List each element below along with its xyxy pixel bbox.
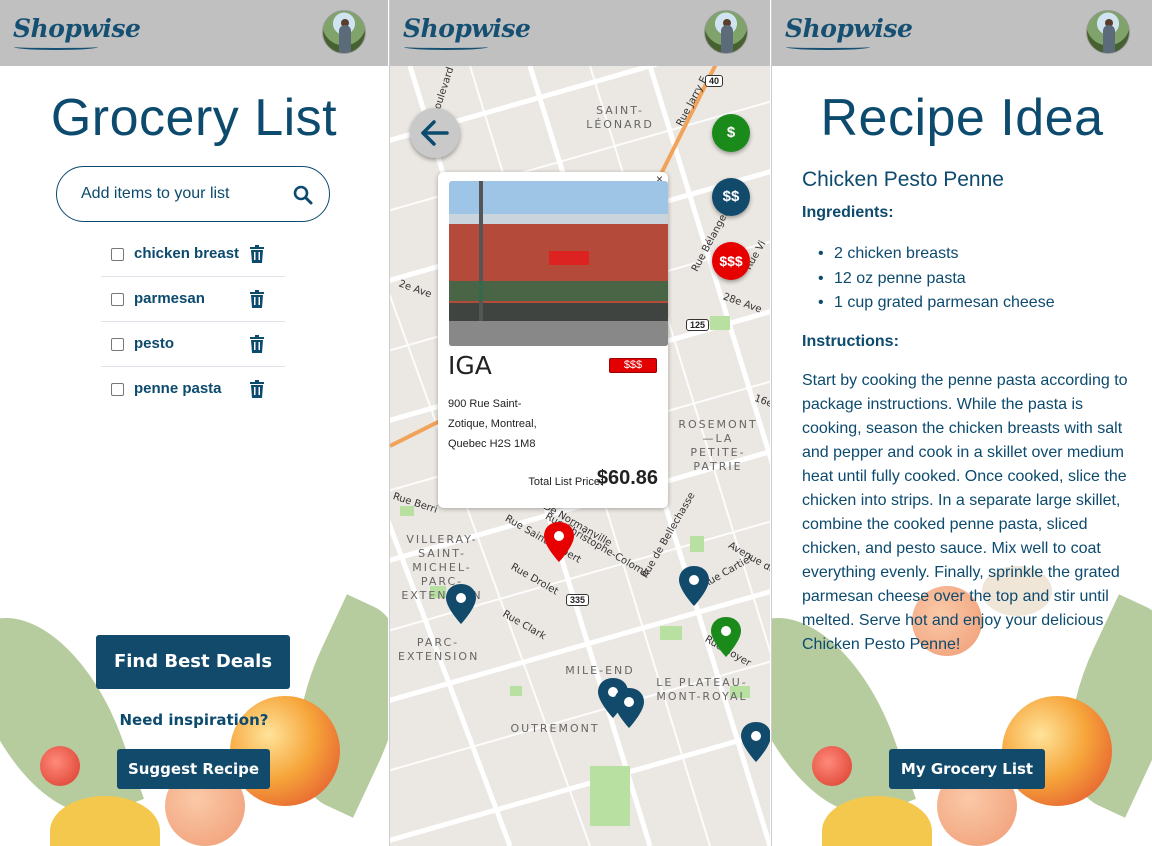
map-area-label: MILE-END bbox=[565, 664, 635, 677]
highway-shield: 335 bbox=[566, 594, 590, 606]
avatar[interactable] bbox=[1086, 10, 1130, 54]
trash-icon[interactable] bbox=[249, 335, 265, 353]
map-area-label: OUTREMONT bbox=[510, 722, 600, 735]
need-inspiration-text: Need inspiration? bbox=[119, 711, 269, 729]
highway-shield: 125 bbox=[686, 319, 710, 331]
page-title: Grocery List bbox=[50, 89, 338, 147]
arrow-left-icon bbox=[421, 120, 449, 146]
store-pin[interactable] bbox=[741, 722, 770, 762]
ingredients-heading: Ingredients: bbox=[802, 204, 894, 221]
map-area-label: LE PLATEAU-MONT-ROYAL bbox=[656, 676, 748, 703]
map-area-label: ROSEMONT—LA PETITE-PATRIE bbox=[678, 418, 758, 473]
map-area-label: VILLERAY-SAINT-MICHEL-PARC-EXTENSION bbox=[401, 533, 483, 602]
store-pin[interactable] bbox=[614, 688, 644, 728]
store-pin-selected[interactable] bbox=[544, 522, 574, 562]
grocery-items-list: chicken breast parmesan pesto penne past… bbox=[101, 232, 285, 412]
recipe-name: Chicken Pesto Penne bbox=[802, 168, 1004, 191]
item-label: parmesan bbox=[134, 290, 205, 307]
item-label: penne pasta bbox=[134, 380, 222, 397]
trash-icon[interactable] bbox=[249, 290, 265, 308]
avatar[interactable] bbox=[322, 10, 366, 54]
price-filter-mid-button[interactable]: $$ bbox=[712, 178, 750, 216]
search-icon[interactable] bbox=[293, 185, 313, 205]
vegetable-decoration bbox=[0, 566, 388, 846]
trash-icon[interactable] bbox=[249, 380, 265, 398]
back-button[interactable] bbox=[410, 108, 460, 158]
map-area-label: PARC-EXTENSION bbox=[398, 636, 480, 663]
ingredient-item: 1 cup grated parmesan cheese bbox=[818, 291, 1055, 316]
instructions-heading: Instructions: bbox=[802, 333, 899, 350]
app-header: Shopwise bbox=[0, 0, 388, 66]
grocery-list-screen: Shopwise Grocery List chicken breast par… bbox=[0, 0, 388, 846]
highway-shield: 40 bbox=[705, 75, 724, 87]
store-address: 900 Rue Saint-Zotique, Montreal, Quebec … bbox=[448, 398, 537, 450]
logo-swoosh bbox=[404, 44, 488, 50]
shopwise-logo[interactable]: Shopwise bbox=[785, 14, 913, 43]
instructions-text: Start by cooking the penne pasta accordi… bbox=[802, 372, 1128, 653]
store-price-tag: $$$ bbox=[609, 358, 657, 373]
list-item: pesto bbox=[101, 322, 285, 367]
store-pin[interactable] bbox=[711, 617, 741, 657]
suggest-recipe-button[interactable]: Suggest Recipe bbox=[117, 749, 270, 789]
item-checkbox[interactable] bbox=[111, 338, 124, 351]
find-best-deals-button[interactable]: Find Best Deals bbox=[96, 635, 290, 689]
ingredient-item: 12 oz penne pasta bbox=[818, 267, 1055, 292]
item-label: chicken breast bbox=[134, 245, 240, 262]
total-price-value: $60.86 bbox=[596, 467, 658, 489]
logo-swoosh bbox=[786, 44, 870, 50]
logo-swoosh bbox=[14, 44, 98, 50]
store-pin[interactable] bbox=[446, 584, 476, 624]
ingredients-list: 2 chicken breasts 12 oz penne pasta 1 cu… bbox=[818, 242, 1055, 316]
app-header: Shopwise bbox=[772, 0, 1152, 66]
page-title: Recipe Idea bbox=[820, 89, 1104, 147]
shopwise-logo[interactable]: Shopwise bbox=[403, 14, 531, 43]
recipe-screen: Shopwise Recipe Idea Chicken Pesto Penne… bbox=[771, 0, 1152, 846]
item-checkbox[interactable] bbox=[111, 248, 124, 261]
total-price-label: Total List Price: bbox=[528, 476, 603, 488]
my-grocery-list-button[interactable]: My Grocery List bbox=[889, 749, 1045, 789]
list-item: parmesan bbox=[101, 277, 285, 322]
add-item-search bbox=[56, 166, 330, 222]
store-map-screen: Shopwise SAINT-LÉONARD ROSEMONT—LA PETIT… bbox=[389, 0, 770, 846]
app-header: Shopwise bbox=[390, 0, 770, 66]
item-checkbox[interactable] bbox=[111, 383, 124, 396]
item-label: pesto bbox=[134, 335, 175, 352]
store-info-card[interactable]: × IGA $$$ 900 Rue Saint-Zotique, Montrea… bbox=[438, 172, 668, 508]
list-item: chicken breast bbox=[101, 232, 285, 277]
store-photo bbox=[449, 181, 668, 346]
avatar[interactable] bbox=[704, 10, 748, 54]
map-view[interactable]: SAINT-LÉONARD ROSEMONT—LA PETITE-PATRIE … bbox=[390, 66, 770, 846]
store-name: IGA bbox=[448, 351, 492, 380]
list-item: penne pasta bbox=[101, 367, 285, 412]
map-area-label: SAINT-LÉONARD bbox=[586, 104, 654, 131]
price-filter-high-button[interactable]: $$$ bbox=[712, 242, 750, 280]
store-pin[interactable] bbox=[679, 566, 709, 606]
price-filter-low-button[interactable]: $ bbox=[712, 114, 750, 152]
trash-icon[interactable] bbox=[249, 245, 265, 263]
item-checkbox[interactable] bbox=[111, 293, 124, 306]
add-item-input[interactable] bbox=[81, 181, 281, 207]
ingredient-item: 2 chicken breasts bbox=[818, 242, 1055, 267]
shopwise-logo[interactable]: Shopwise bbox=[13, 14, 141, 43]
